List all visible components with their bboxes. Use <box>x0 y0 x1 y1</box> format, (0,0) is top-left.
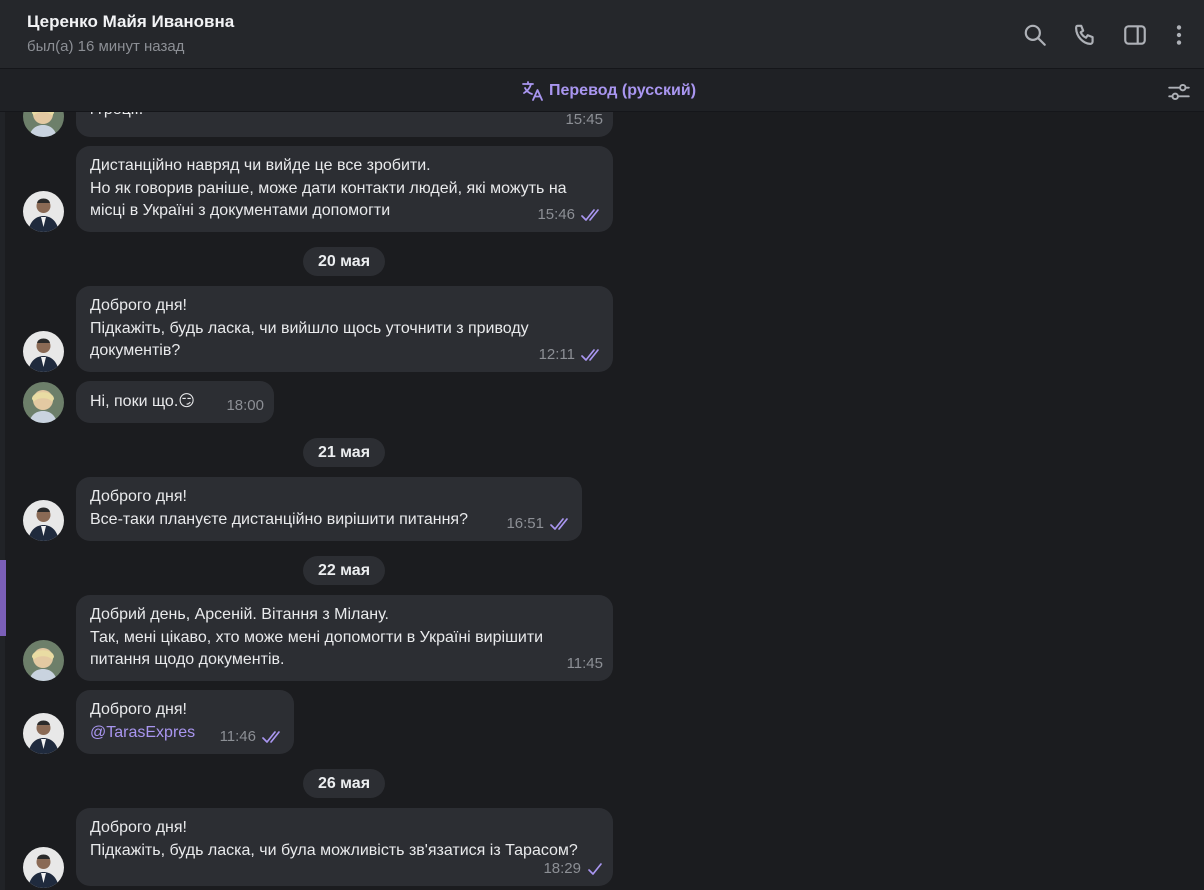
message-bubble[interactable]: і греції. 15:45 <box>76 112 613 137</box>
date-separator: 21 мая <box>303 438 385 467</box>
sidebar-toggle-icon[interactable] <box>1122 22 1148 48</box>
message-time: 11:45 <box>566 654 603 672</box>
search-icon[interactable] <box>1022 22 1048 48</box>
message-meta: 15:45 <box>565 112 603 131</box>
contact-status: был(а) 16 минут назад <box>27 38 185 55</box>
more-vertical-icon[interactable] <box>1166 22 1192 48</box>
self-avatar[interactable] <box>23 500 64 541</box>
message-bubble[interactable]: Дистанційно навряд чи вийде це все зроби… <box>76 146 613 232</box>
smirk-emoji: 😏 <box>178 391 195 410</box>
message-bubble[interactable]: Доброго дня! @TarasExpres 11:46 <box>76 690 294 754</box>
translate-button[interactable]: Перевод (русский) <box>521 79 696 103</box>
message-text: Доброго дня! <box>90 701 187 718</box>
message-text: Добрий день, Арсеній. Вітання з Мілану. … <box>90 606 544 668</box>
translate-label: Перевод (русский) <box>549 82 697 99</box>
message-text: Доброго дня! Все-таки плануєте дистанцій… <box>90 488 468 528</box>
message-bubble[interactable]: Доброго дня! Підкажіть, будь ласка, чи б… <box>76 808 613 886</box>
contact-avatar[interactable] <box>23 640 64 681</box>
double-check-icon <box>581 348 599 361</box>
self-avatar[interactable] <box>23 713 64 754</box>
date-separator: 26 мая <box>303 769 385 798</box>
message-time: 15:46 <box>537 205 575 223</box>
message-time: 12:11 <box>538 345 575 363</box>
message-bubble[interactable]: Доброго дня! Все-таки плануєте дистанцій… <box>76 477 582 541</box>
message-meta: 18:00 <box>226 395 264 418</box>
message-meta: 11:45 <box>567 653 603 676</box>
message-text: Доброго дня! Підкажіть, будь ласка, чи б… <box>90 819 578 859</box>
phone-icon[interactable] <box>1072 22 1098 48</box>
message-meta: 16:51 <box>506 513 572 536</box>
message-text: Дистанційно навряд чи вийде це все зроби… <box>90 157 567 219</box>
self-avatar[interactable] <box>23 331 64 372</box>
date-separator: 22 мая <box>303 556 385 585</box>
self-avatar[interactable] <box>23 191 64 232</box>
message-time: 11:46 <box>219 727 256 745</box>
single-check-icon <box>588 862 602 875</box>
contact-avatar[interactable] <box>23 382 64 423</box>
message-text: Ні, поки що. <box>90 393 179 410</box>
message-time: 18:29 <box>543 859 581 877</box>
translate-settings-icon[interactable] <box>1166 79 1192 105</box>
message-text: і греції. <box>90 112 599 122</box>
double-check-icon <box>550 517 568 530</box>
double-check-icon <box>581 208 599 221</box>
message-bubble[interactable]: Добрий день, Арсеній. Вітання з Мілану. … <box>76 595 613 681</box>
chat-header: Церенко Майя Ивановна был(а) 16 минут на… <box>0 0 1204 68</box>
message-meta: 18:29 <box>543 858 603 881</box>
contact-name[interactable]: Церенко Майя Ивановна <box>27 12 234 32</box>
message-meta: 12:11 <box>539 344 603 367</box>
self-avatar[interactable] <box>23 847 64 888</box>
message-time: 18:00 <box>226 396 264 414</box>
left-strip <box>0 112 5 890</box>
message-bubble[interactable]: Ні, поки що.😏 18:00 <box>76 381 274 423</box>
contact-avatar[interactable] <box>23 112 64 137</box>
translate-bar: Перевод (русский) <box>0 68 1204 112</box>
message-meta: 11:46 <box>220 726 284 749</box>
date-separator: 20 мая <box>303 247 385 276</box>
message-list[interactable]: і греції. 15:45 Дистанційно навряд чи ви… <box>0 112 1204 890</box>
double-check-icon <box>262 730 280 743</box>
unread-accent-bar <box>0 560 6 636</box>
message-bubble[interactable]: Доброго дня! Підкажіть, будь ласка, чи в… <box>76 286 613 372</box>
message-text: Доброго дня! Підкажіть, будь ласка, чи в… <box>90 297 529 359</box>
message-time: 15:45 <box>565 112 603 128</box>
message-time: 16:51 <box>506 514 544 532</box>
message-meta: 15:46 <box>537 204 603 227</box>
translate-icon <box>521 79 545 103</box>
